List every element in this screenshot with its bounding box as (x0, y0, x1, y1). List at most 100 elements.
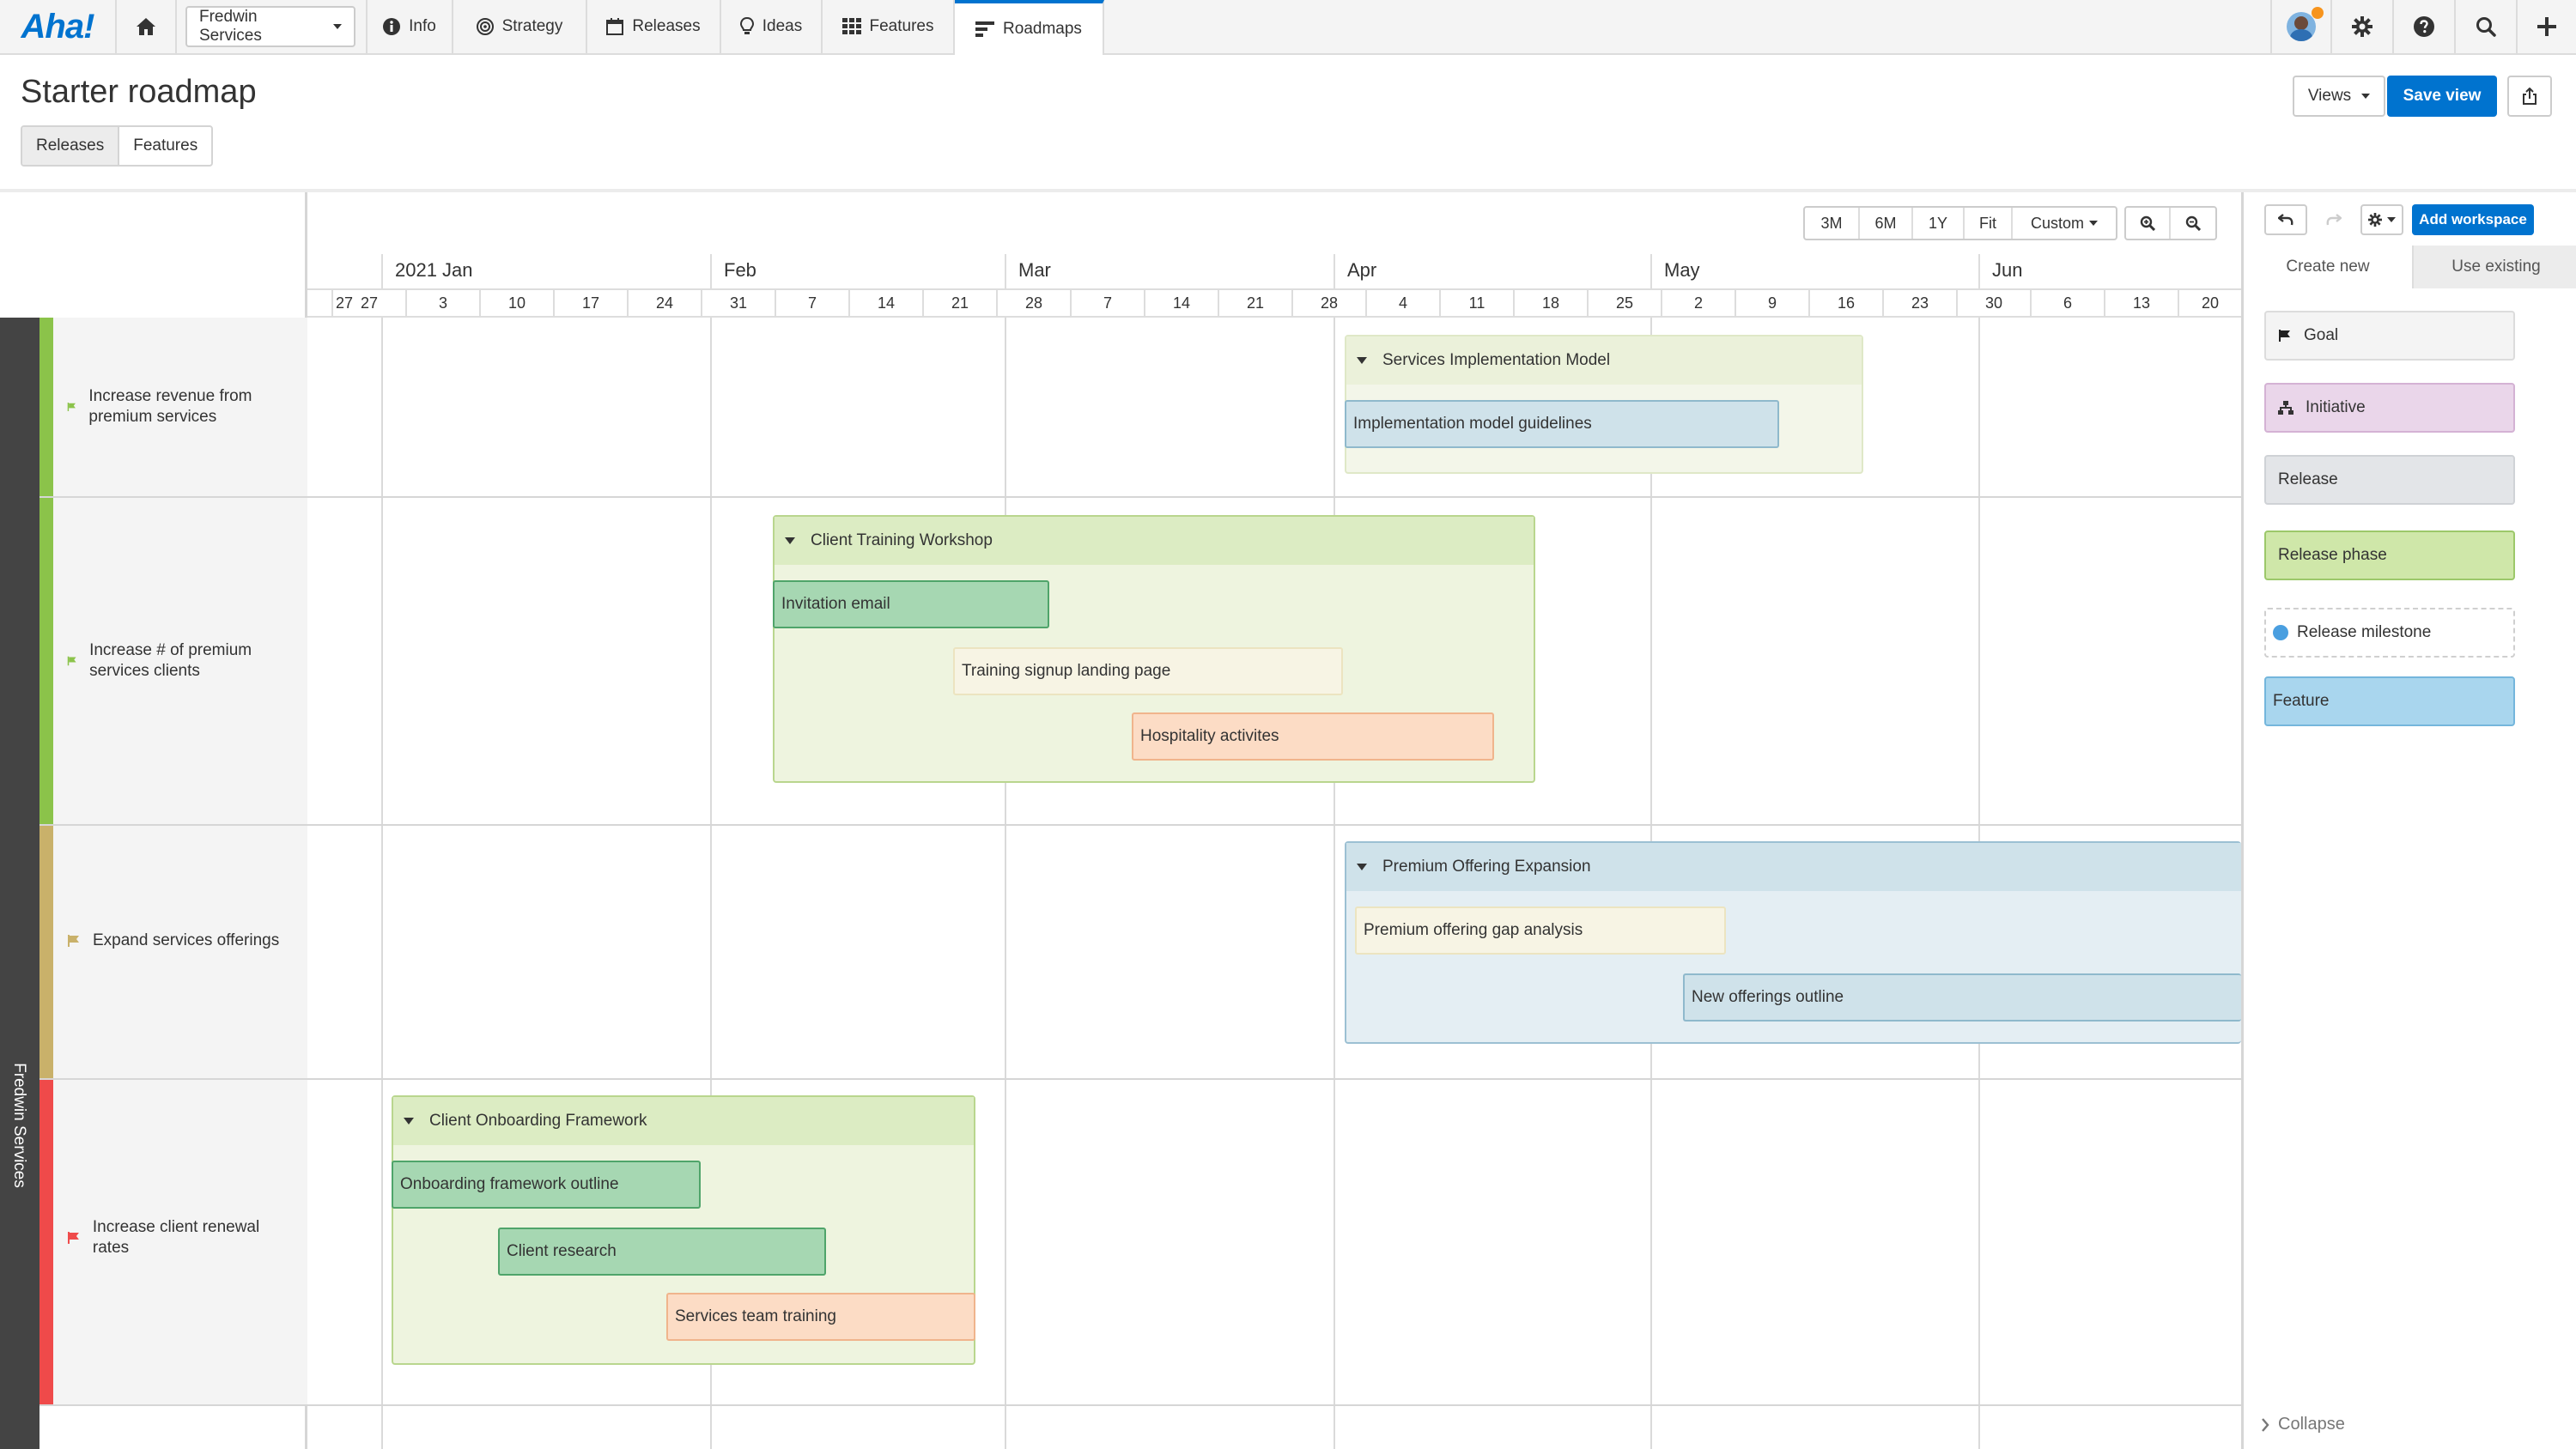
week-label: 28 (996, 290, 1070, 316)
zoom-custom-dropdown[interactable]: Custom (2013, 208, 2116, 239)
month-label: May (1664, 259, 1700, 281)
feature-bar[interactable]: Premium offering gap analysis (1355, 906, 1726, 955)
card-label: Release (2278, 470, 2338, 488)
month-divider (710, 254, 712, 288)
home-button[interactable] (117, 0, 177, 53)
nav-item-releases[interactable]: Releases (587, 0, 721, 53)
goal-label: Expand services offerings (93, 931, 280, 949)
release-name: Client Onboarding Framework (429, 1112, 647, 1130)
aha-logo[interactable]: Aha! (0, 0, 117, 53)
workspace-dropdown[interactable]: Fredwin Services (185, 6, 355, 47)
goal-color-bar (39, 318, 53, 496)
feature-bar[interactable]: Implementation model guidelines (1345, 400, 1779, 448)
feature-bar[interactable]: Services team training (666, 1293, 975, 1341)
save-view-button[interactable]: Save view (2387, 76, 2497, 117)
chevron-down-icon (2089, 221, 2098, 226)
feature-bar[interactable]: Hospitality activites (1132, 712, 1494, 761)
zoom-3m-button[interactable]: 3M (1805, 208, 1860, 239)
week-label: 11 (1439, 290, 1513, 316)
user-avatar-button[interactable] (2270, 0, 2332, 53)
gear-icon (2368, 213, 2382, 227)
help-button[interactable] (2394, 0, 2456, 53)
undo-button[interactable] (2264, 204, 2307, 235)
add-button[interactable] (2518, 0, 2576, 53)
nav-item-features[interactable]: Features (823, 0, 955, 53)
collapse-triangle-icon[interactable] (785, 537, 795, 544)
feature-bar[interactable]: Client research (498, 1228, 826, 1276)
chevron-down-icon (2361, 94, 2371, 99)
release-header[interactable]: Premium Offering Expansion (1346, 843, 2241, 891)
collapse-triangle-icon[interactable] (404, 1118, 414, 1125)
release-header[interactable]: Services Implementation Model (1346, 336, 1862, 385)
goal-color-bar (39, 826, 53, 1078)
tab-releases[interactable]: Releases (22, 127, 120, 165)
view-tabs: Releases Features (21, 125, 214, 167)
create-feature-card[interactable]: Feature (2264, 676, 2515, 726)
panel-settings-dropdown[interactable] (2360, 204, 2403, 235)
nav-item-ideas[interactable]: Ideas (721, 0, 823, 53)
nav-item-strategy[interactable]: Strategy (453, 0, 587, 53)
feature-bar[interactable]: New offerings outline (1683, 973, 2241, 1022)
collapse-triangle-icon[interactable] (1357, 357, 1367, 364)
card-label: Feature (2273, 692, 2330, 710)
feature-bar[interactable]: Invitation email (773, 580, 1049, 628)
zoom-6m-button[interactable]: 6M (1860, 208, 1913, 239)
release-name: Services Implementation Model (1382, 351, 1611, 369)
week-row: 27 27 3 10 17 24 31 7 14 21 28 7 14 21 2… (307, 288, 2241, 318)
nav-item-label: Ideas (762, 17, 803, 35)
zoom-1y-button[interactable]: 1Y (1913, 208, 1965, 239)
export-button[interactable] (2507, 76, 2552, 117)
week-label: 3 (405, 290, 479, 316)
release-header[interactable]: Client Training Workshop (775, 517, 1534, 565)
card-label: Goal (2304, 326, 2339, 344)
zoom-out-icon (2185, 215, 2201, 231)
settings-button[interactable] (2332, 0, 2394, 53)
chevron-down-icon (2387, 217, 2396, 222)
page-title: Starter roadmap (21, 74, 257, 110)
goal-item[interactable]: Expand services offerings (67, 931, 299, 951)
feature-bar[interactable]: Onboarding framework outline (392, 1161, 701, 1209)
week-label: 28 (1291, 290, 1365, 316)
goal-item[interactable]: Increase client renewal rates (67, 1217, 299, 1258)
tab-create-new[interactable]: Create new (2244, 246, 2412, 288)
nav-item-info[interactable]: Info (366, 0, 453, 53)
month-label: Apr (1347, 259, 1377, 281)
create-initiative-card[interactable]: Initiative (2264, 383, 2515, 433)
collapse-triangle-icon[interactable] (1357, 864, 1367, 870)
zoom-fit-button[interactable]: Fit (1965, 208, 2013, 239)
info-icon (383, 18, 401, 35)
zoom-custom-label: Custom (2030, 214, 2084, 232)
tab-features[interactable]: Features (119, 127, 211, 165)
feature-bar[interactable]: Training signup landing page (953, 647, 1343, 695)
workspace-strip (0, 318, 39, 1449)
grid-line (1334, 318, 1335, 1449)
create-goal-card[interactable]: Goal (2264, 311, 2515, 361)
help-icon (2414, 16, 2434, 37)
week-label: 25 (1587, 290, 1661, 316)
week-label: 4 (1365, 290, 1439, 316)
goal-item[interactable]: Increase # of premium services clients (67, 640, 299, 682)
flag-icon (2279, 330, 2290, 342)
tab-use-existing[interactable]: Use existing (2412, 246, 2576, 288)
logo-text: Aha! (21, 7, 95, 45)
roadmap-icon (975, 21, 995, 37)
zoom-in-icon (2140, 215, 2155, 231)
redo-button[interactable] (2312, 204, 2355, 235)
create-release-milestone-card[interactable]: Release milestone (2264, 608, 2515, 658)
zoom-out-button[interactable] (2171, 208, 2215, 239)
goal-item[interactable]: Increase revenue from premium services (67, 386, 299, 427)
timeline-zoom-controls: 3M 6M 1Y Fit Custom (1803, 206, 2117, 240)
zoom-in-button[interactable] (2126, 208, 2171, 239)
chevron-right-icon (2262, 1417, 2269, 1432)
swimlane-divider (39, 496, 2241, 498)
collapse-panel-button[interactable]: Collapse (2261, 1415, 2345, 1434)
search-button[interactable] (2456, 0, 2518, 53)
release-header[interactable]: Client Onboarding Framework (393, 1097, 974, 1145)
zoom-in-out-controls (2124, 206, 2217, 240)
views-dropdown[interactable]: Views (2293, 76, 2385, 117)
create-release-phase-card[interactable]: Release phase (2264, 530, 2515, 580)
add-workspace-button[interactable]: Add workspace (2412, 204, 2534, 235)
card-label: Release milestone (2297, 623, 2432, 641)
nav-item-roadmaps[interactable]: Roadmaps (955, 0, 1104, 55)
create-release-card[interactable]: Release (2264, 455, 2515, 505)
